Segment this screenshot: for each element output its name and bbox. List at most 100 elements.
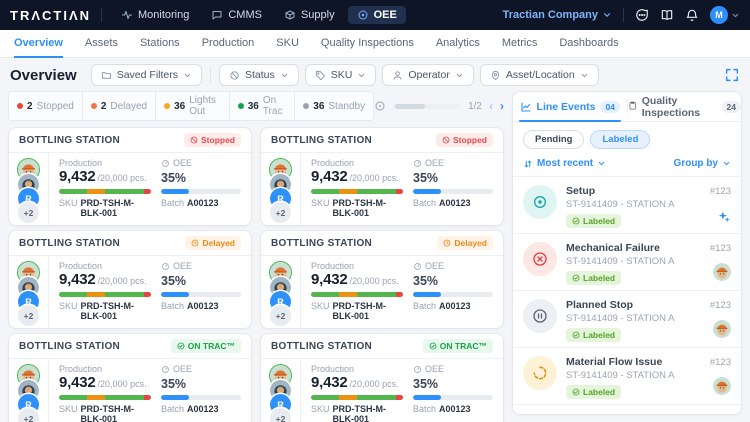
gauge-icon [161, 262, 170, 271]
prev-page-button[interactable]: ‹ [489, 100, 493, 112]
batch-value: A00123 [439, 198, 471, 208]
topnav-oee[interactable]: OEE [347, 6, 406, 24]
event-list-item[interactable]: Mechanical Failure #123 ST-9141409 - STA… [513, 233, 741, 290]
operator-avatar-stack[interactable]: R +2 [269, 364, 292, 422]
station-name: BOTTLING STATION [271, 134, 373, 146]
production-label: Production [311, 158, 355, 168]
card-body: R +2 Production OEE 9,432 /20,000 pcs. 3… [261, 153, 503, 225]
production-bar-segment [338, 292, 357, 297]
fullscreen-icon[interactable] [724, 67, 740, 83]
station-card[interactable]: BOTTLING STATION Stopped R +2 Production [8, 127, 252, 226]
status-icon [177, 342, 185, 350]
scrollbar[interactable] [393, 103, 462, 109]
topnav-monitoring[interactable]: Monitoring [112, 6, 198, 24]
notifications-icon[interactable] [685, 8, 699, 22]
scroll-reset-icon[interactable] [374, 100, 386, 112]
assignee-avatar[interactable] [713, 377, 731, 395]
gauge-icon [413, 262, 422, 271]
subnav-analytics[interactable]: Analytics [436, 30, 480, 58]
event-type-icon [523, 185, 557, 219]
group-by-selector[interactable]: Group by [674, 158, 731, 169]
filter-sku[interactable]: SKU [304, 64, 377, 86]
topnav-cmms[interactable]: CMMS [202, 6, 271, 24]
operator-avatar-stack[interactable]: R +2 [269, 261, 292, 328]
subnav-production[interactable]: Production [202, 30, 255, 58]
station-card[interactable]: BOTTLING STATION Stopped R +2 Production [260, 127, 504, 226]
event-id: #123 [709, 300, 731, 311]
production-bar-segment [395, 395, 403, 400]
event-station-ref: ST-9141409 - STATION A [566, 199, 675, 210]
card-metrics: Production OEE 9,432 /20,000 pcs. 35% SK… [301, 359, 503, 422]
filter-status[interactable]: Status [219, 64, 299, 86]
batch-label: Batch [161, 301, 185, 311]
station-card[interactable]: BOTTLING STATION ON TRAC™ R +2 Productio… [8, 333, 252, 422]
production-bar-segment [59, 189, 87, 194]
next-page-button[interactable]: › [500, 100, 504, 112]
status-filter-standby[interactable]: 36 Standby [295, 92, 373, 120]
avatar-column: R +2 [261, 359, 301, 422]
status-summary: 2 Stopped 2 Delayed 36 Lights Out 36 On Trac 36 S… [8, 91, 375, 121]
status-filter-on-trac[interactable]: 36 On Trac [230, 92, 296, 120]
event-type-icon [523, 356, 557, 390]
tab-label: Line Events [536, 100, 596, 113]
chevron-down-icon [597, 159, 606, 168]
status-filter-lights-out[interactable]: 36 Lights Out [156, 92, 230, 120]
station-card[interactable]: BOTTLING STATION Delayed R +2 Production [8, 230, 252, 329]
status-count: 36 [313, 100, 325, 112]
event-list-item[interactable]: Setup #123 ST-9141409 - STATION A Labele… [513, 176, 741, 233]
event-list-item[interactable]: Planned Stop #123 ST-9141409 - STATION A… [513, 290, 741, 347]
docs-icon[interactable] [660, 8, 674, 22]
production-bar-segment [338, 395, 357, 400]
production-bar [59, 189, 151, 194]
chevron-down-icon [280, 71, 289, 80]
assignee-avatar[interactable] [713, 263, 731, 281]
filter-asset-location[interactable]: Asset/Location [479, 64, 599, 86]
tab-quality-inspections[interactable]: Quality Inspections 24 [628, 92, 741, 121]
operator-avatar-stack[interactable]: R +2 [17, 158, 40, 225]
operator-avatar-stack[interactable]: R +2 [269, 158, 292, 225]
status-filter-delayed[interactable]: 2 Delayed [83, 92, 157, 120]
assignee-avatar[interactable] [713, 320, 731, 338]
subnav-stations[interactable]: Stations [140, 30, 180, 58]
ai-sparkle-icon[interactable] [716, 209, 731, 224]
subnav-dashboards[interactable]: Dashboards [559, 30, 618, 58]
station-card[interactable]: BOTTLING STATION ON TRAC™ R +2 Productio… [260, 333, 504, 422]
filter-operator[interactable]: Operator [382, 64, 474, 86]
card-status-badge: Stopped [436, 133, 493, 147]
subnav-quality-inspections[interactable]: Quality Inspections [321, 30, 414, 58]
subnav-overview[interactable]: Overview [14, 30, 63, 58]
production-value: 9,432 [59, 168, 96, 185]
scrollbar-thumb[interactable] [395, 103, 426, 109]
tab-line-events[interactable]: Line Events 04 [513, 92, 627, 122]
topnav-supply[interactable]: Supply [275, 6, 344, 24]
event-list-item[interactable]: Material Flow Issue #123 ST-9141409 - ST… [513, 347, 741, 404]
divider [210, 67, 211, 83]
event-id: #123 [709, 357, 731, 368]
events-list-end [513, 404, 741, 414]
station-card[interactable]: BOTTLING STATION Delayed R +2 Production [260, 230, 504, 329]
chip-labeled[interactable]: Labeled [590, 130, 651, 149]
labeled-badge: Labeled [566, 271, 622, 285]
filter-saved-filters[interactable]: Saved Filters [90, 64, 202, 86]
operator-avatar-stack[interactable]: R +2 [17, 364, 40, 422]
card-metrics: Production OEE 9,432 /20,000 pcs. 35% SK… [301, 153, 503, 225]
subnav-sku[interactable]: SKU [276, 30, 299, 58]
subnav-metrics[interactable]: Metrics [502, 30, 537, 58]
subnav-assets[interactable]: Assets [85, 30, 118, 58]
status-icon [442, 136, 450, 144]
company-selector[interactable]: Tractian Company [503, 9, 612, 21]
oee-bar-fill [161, 292, 189, 297]
status-label: ON TRAC™ [187, 341, 235, 351]
user-menu[interactable]: M [710, 6, 740, 24]
operator-avatar-stack[interactable]: R +2 [17, 261, 40, 328]
event-title: Setup [566, 185, 596, 197]
events-panel: Line Events 04 Quality Inspections 24 Pe… [512, 91, 742, 415]
status-filter-stopped[interactable]: 2 Stopped [9, 92, 83, 120]
chip-pending[interactable]: Pending [523, 130, 585, 149]
oee-bar [161, 189, 241, 194]
status-dot [164, 103, 171, 109]
sort-selector[interactable]: Most recent [523, 158, 606, 169]
support-chat-icon[interactable] [635, 8, 649, 22]
event-body: Planned Stop #123 ST-9141409 - STATION A… [566, 299, 731, 342]
station-name: BOTTLING STATION [19, 237, 121, 249]
